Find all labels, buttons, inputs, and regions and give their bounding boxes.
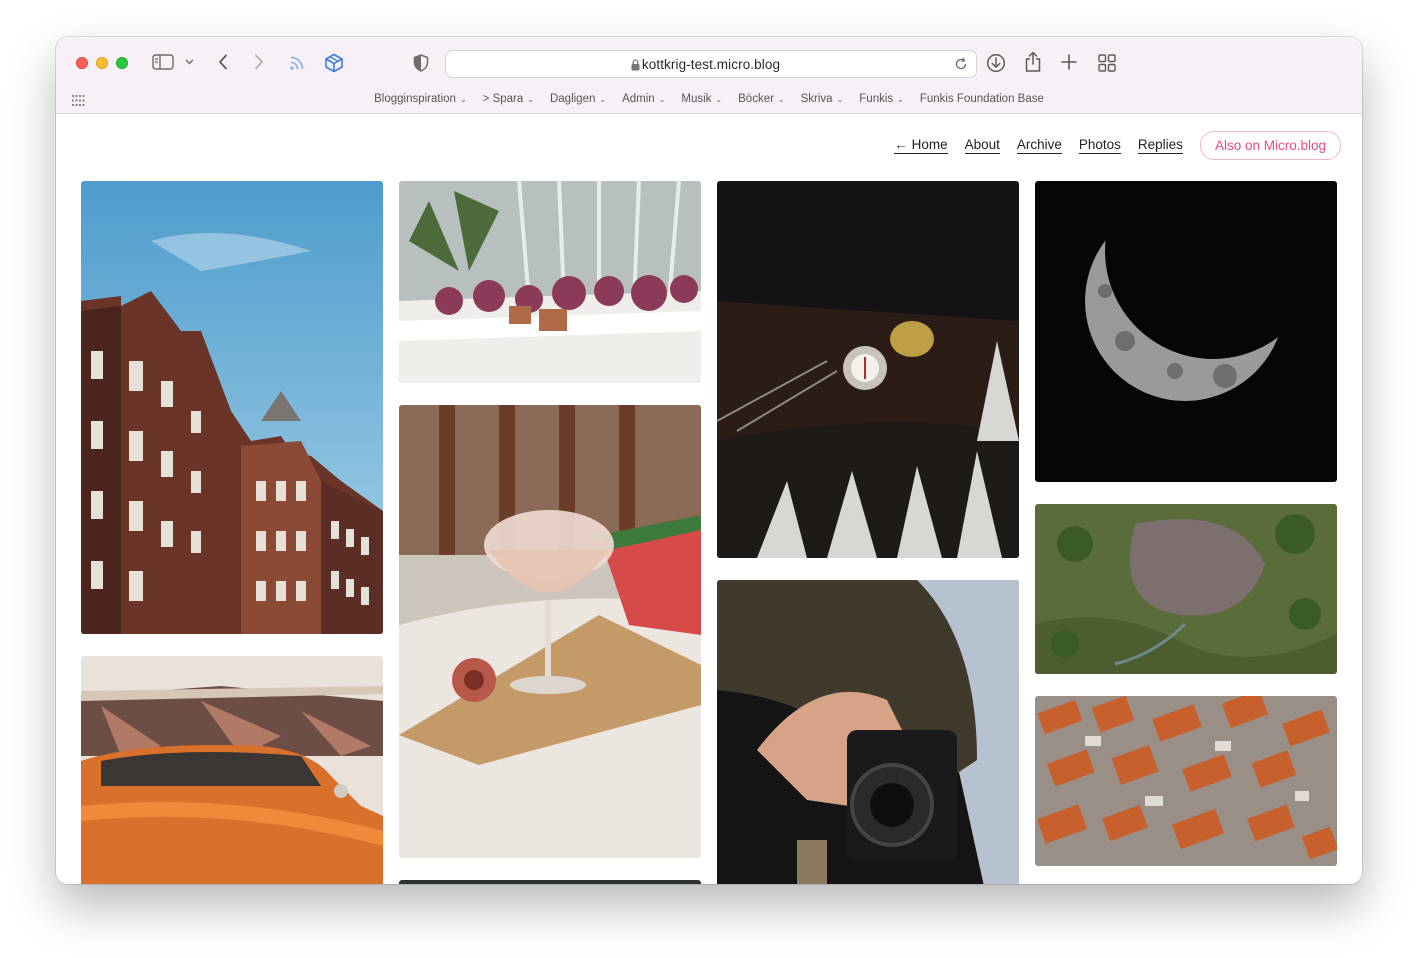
chevron-down-icon[interactable] bbox=[185, 59, 194, 65]
nav-home-link[interactable]: ← Home bbox=[894, 137, 948, 154]
chevron-down-icon: ⌄ bbox=[777, 94, 785, 104]
download-icon[interactable] bbox=[986, 53, 1006, 73]
photo-crescent-moon[interactable] bbox=[1035, 181, 1337, 482]
photo-brick-buildings[interactable] bbox=[81, 181, 383, 634]
bookmark-label: Skriva bbox=[800, 93, 833, 105]
close-window-button[interactable] bbox=[76, 57, 88, 69]
chevron-down-icon: ⌄ bbox=[836, 94, 844, 104]
browser-window: kottkrig-test.micro.blog Blogginspiratio… bbox=[56, 37, 1362, 884]
nav-archive-link[interactable]: Archive bbox=[1016, 137, 1062, 154]
bookmark-folder-skriva[interactable]: Skriva ⌄ bbox=[793, 93, 852, 105]
photo-greenhouse[interactable] bbox=[399, 181, 701, 383]
photo-pentax-camera[interactable] bbox=[717, 580, 1019, 884]
bookmark-label: Böcker bbox=[738, 93, 774, 105]
share-icon[interactable] bbox=[1024, 51, 1042, 73]
chevron-down-icon: ⌄ bbox=[715, 94, 723, 104]
bookmark-folder-blogginspiration[interactable]: Blogginspiration ⌄ bbox=[366, 93, 475, 105]
photo-compass[interactable] bbox=[717, 181, 1019, 558]
also-on-microblog-button[interactable]: Also on Micro.blog bbox=[1199, 130, 1341, 160]
sidebar-icon[interactable] bbox=[152, 54, 174, 70]
url-text: kottkrig-test.micro.blog bbox=[641, 57, 781, 72]
photo-dark-partial[interactable] bbox=[399, 880, 701, 884]
bookmark-label: Admin bbox=[622, 93, 655, 105]
photo-aerial-green-landscape[interactable] bbox=[1035, 504, 1337, 674]
bookmark-folder-musik[interactable]: Musik ⌄ bbox=[673, 93, 730, 105]
cube-icon[interactable] bbox=[324, 53, 344, 73]
photo-aerial-rooftops[interactable] bbox=[1035, 696, 1337, 866]
rss-icon[interactable] bbox=[289, 55, 305, 71]
chevron-down-icon: ⌄ bbox=[527, 94, 534, 104]
site-navigation: ← Home About Archive Photos Replies Also… bbox=[894, 130, 1341, 160]
chevron-down-icon: ⌄ bbox=[897, 94, 904, 104]
bookmark-label: Dagligen bbox=[549, 93, 596, 105]
bookmark-folder-bocker[interactable]: Böcker ⌄ bbox=[730, 93, 793, 105]
chevron-down-icon: ⌄ bbox=[658, 94, 666, 104]
bookmark-folder-dagligen[interactable]: Dagligen ⌄ bbox=[542, 93, 614, 105]
page-content: ← Home About Archive Photos Replies Also… bbox=[56, 115, 1362, 884]
bookmark-label: Funkis bbox=[859, 93, 894, 105]
tab-overview-icon[interactable] bbox=[1098, 54, 1116, 72]
minimize-window-button[interactable] bbox=[96, 57, 108, 69]
nav-about-link[interactable]: About bbox=[964, 137, 1000, 154]
bookmark-label: Musik bbox=[681, 93, 712, 105]
bookmark-funkis-foundation-base[interactable]: Funkis Foundation Base bbox=[912, 93, 1052, 105]
photo-orange-car[interactable] bbox=[81, 656, 383, 884]
forward-icon[interactable] bbox=[254, 54, 264, 70]
bookmark-label: Funkis Foundation Base bbox=[919, 93, 1044, 105]
nav-replies-link[interactable]: Replies bbox=[1137, 137, 1183, 154]
photo-cocktail-glass[interactable] bbox=[399, 405, 701, 858]
zoom-window-button[interactable] bbox=[116, 57, 128, 69]
shield-icon[interactable] bbox=[413, 54, 429, 72]
reload-icon[interactable] bbox=[954, 57, 968, 76]
nav-photos-link[interactable]: Photos bbox=[1078, 137, 1121, 154]
chevron-down-icon: ⌄ bbox=[599, 94, 607, 104]
address-bar[interactable]: kottkrig-test.micro.blog bbox=[445, 50, 977, 78]
bookmark-label: Blogginspiration bbox=[374, 93, 456, 105]
bookmark-folder-funkis[interactable]: Funkis ⌄ bbox=[851, 93, 912, 105]
bookmark-label: > Spara bbox=[482, 93, 524, 105]
new-tab-icon[interactable] bbox=[1061, 54, 1077, 70]
bookmarks-bar: Blogginspiration ⌄ > Spara ⌄ Dagligen ⌄ Adm… bbox=[56, 89, 1362, 109]
bookmark-folder-admin[interactable]: Admin ⌄ bbox=[614, 93, 673, 105]
bookmark-folder-spara[interactable]: > Spara ⌄ bbox=[475, 93, 542, 105]
chevron-down-icon: ⌄ bbox=[459, 94, 467, 104]
browser-toolbar: kottkrig-test.micro.blog Blogginspiratio… bbox=[56, 37, 1362, 114]
back-icon[interactable] bbox=[218, 54, 228, 70]
